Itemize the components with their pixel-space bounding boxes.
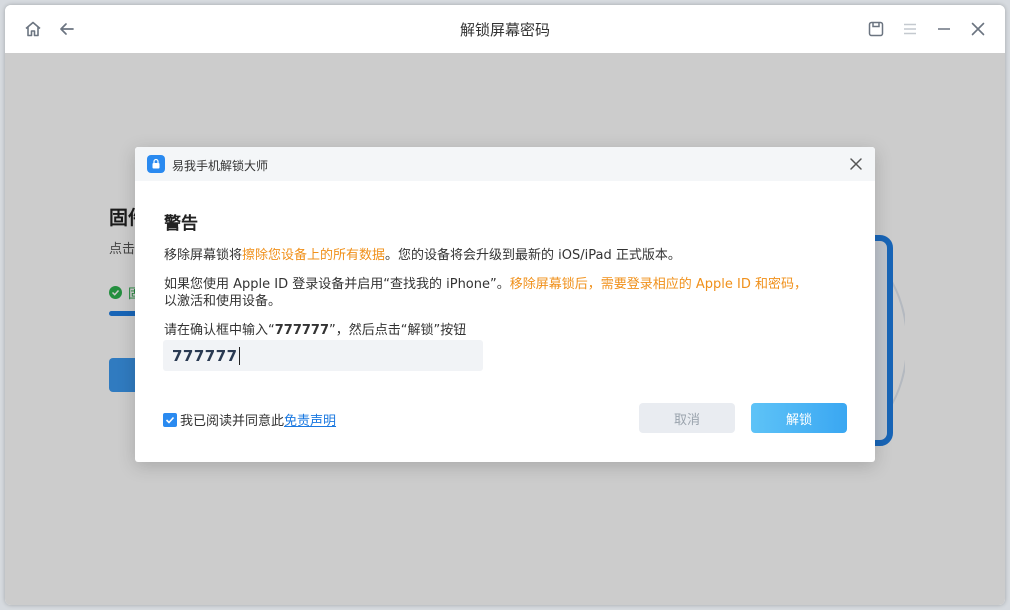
agree-text: 我已阅读并同意此 xyxy=(180,414,285,429)
dialog-heading: 警告 xyxy=(164,214,198,234)
instruction-prefix: 请在确认框中输入“ xyxy=(164,323,275,338)
warning-line-1-highlight: 擦除您设备上的所有数据 xyxy=(242,248,386,263)
agreement-row: 我已阅读并同意此 免责声明 xyxy=(163,410,336,429)
minimize-icon[interactable] xyxy=(932,17,956,41)
app-name: 易我手机解锁大师 xyxy=(172,159,269,173)
app-lock-icon xyxy=(147,155,165,173)
warning-line-2-highlight: 移除屏幕锁后，需要登录相应的 Apple ID 和密码， xyxy=(509,277,807,292)
unlock-button[interactable]: 解锁 xyxy=(751,403,847,433)
disclaimer-link[interactable]: 免责声明 xyxy=(284,410,336,429)
instruction-suffix: ”，然后点击“解锁”按钮 xyxy=(329,323,467,338)
warning-line-1: 移除屏幕锁将擦除您设备上的所有数据。您的设备将会升级到最新的 iOS/iPad … xyxy=(164,247,681,264)
instruction-code: 777777 xyxy=(274,323,330,338)
dialog-close-icon[interactable] xyxy=(845,153,867,175)
warning-line-2-prefix: 如果您使用 Apple ID 登录设备并启用“查找我的 iPhone”。 xyxy=(164,277,510,292)
close-icon[interactable] xyxy=(966,17,990,41)
confirm-code-value: 777777 xyxy=(172,346,238,365)
warning-dialog: 易我手机解锁大师 警告 移除屏幕锁将擦除您设备上的所有数据。您的设备将会升级到最… xyxy=(135,147,875,462)
dialog-header: 易我手机解锁大师 xyxy=(135,147,875,181)
agree-checkbox[interactable] xyxy=(163,412,177,427)
cancel-button[interactable]: 取消 xyxy=(639,403,735,433)
menu-icon[interactable] xyxy=(898,17,922,41)
feedback-icon[interactable] xyxy=(864,17,888,41)
warning-line-2b: 以激活和使用设备。 xyxy=(164,294,282,309)
warning-line-1-suffix: 。您的设备将会升级到最新的 iOS/iPad 正式版本。 xyxy=(385,248,681,263)
confirm-code-input[interactable]: 777777 xyxy=(163,340,483,371)
text-caret xyxy=(238,346,240,365)
title-bar: 解锁屏幕密码 xyxy=(5,5,1005,53)
window-title: 解锁屏幕密码 xyxy=(459,21,550,39)
app-window: 解锁屏幕密码 固件 点击 固 xyxy=(5,5,1005,605)
warning-line-2: 如果您使用 Apple ID 登录设备并启用“查找我的 iPhone”。移除屏幕… xyxy=(164,276,807,293)
warning-line-1-prefix: 移除屏幕锁将 xyxy=(164,248,243,263)
instruction-text: 请在确认框中输入“777777”，然后点击“解锁”按钮 xyxy=(164,322,466,339)
